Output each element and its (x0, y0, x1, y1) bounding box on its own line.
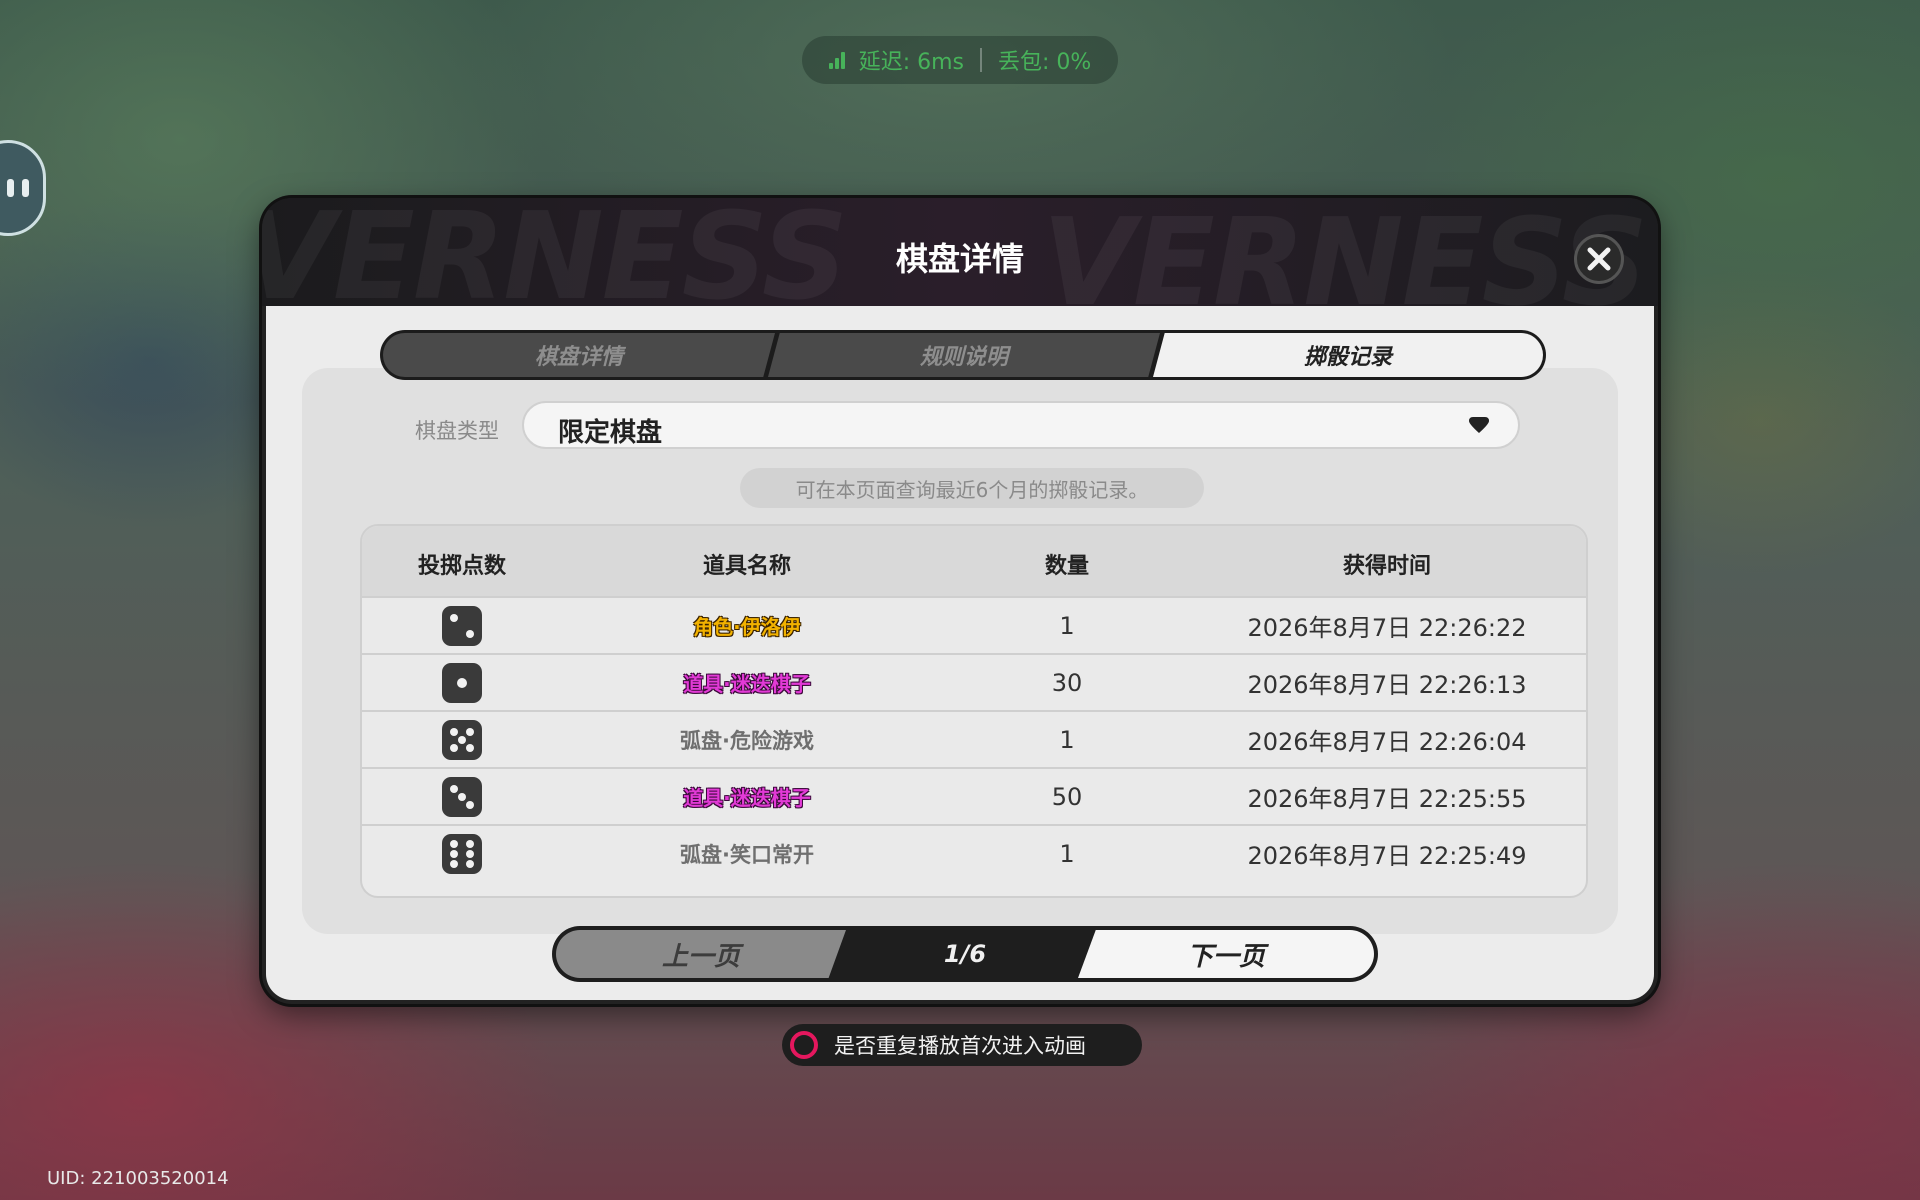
table-row: 道具·迷迭棋子 30 2026年8月7日 22:26:13 (362, 653, 1586, 710)
dice-pip (466, 727, 474, 736)
dice-pip (458, 792, 466, 801)
dice-face-5-icon (442, 719, 482, 760)
item-name: 弧盘·危险游戏 (680, 728, 814, 753)
close-icon (1587, 247, 1611, 271)
modal-header: VERNESS VERNESS 棋盘详情 (262, 198, 1658, 306)
quantity-cell: 1 (1059, 725, 1075, 754)
tab-bar: 棋盘详情 规则说明 掷骰记录 (380, 330, 1546, 380)
board-type-label: 棋盘类型 (415, 419, 499, 443)
assistant-face-icon (7, 179, 29, 197)
tab-rules[interactable]: 规则说明 (768, 333, 1160, 377)
dice-pip (450, 727, 458, 736)
pagination: 上一页 1/6 下一页 (552, 926, 1378, 982)
dice-pip (466, 800, 474, 809)
table-row: 角色·伊洛伊 1 2026年8月7日 22:26:22 (362, 596, 1586, 653)
header-item: 道具名称 (702, 554, 791, 579)
table-row: 弧盘·危险游戏 1 2026年8月7日 22:26:04 (362, 710, 1586, 767)
quantity-cell: 50 (1051, 782, 1083, 811)
dice-pip (450, 839, 458, 848)
obtained-time-cell: 2026年8月7日 22:26:13 (1247, 671, 1527, 699)
latency-text: 延迟: 6ms (858, 50, 964, 75)
header-qty: 数量 (1044, 554, 1089, 579)
dice-pip (466, 859, 474, 868)
divider (979, 48, 982, 72)
quantity-cell: 1 (1059, 839, 1075, 868)
next-page-button[interactable]: 下一页 (1078, 930, 1374, 978)
obtained-time-cell: 2026年8月7日 22:25:49 (1247, 842, 1527, 870)
roll-cell (372, 826, 552, 881)
network-status: 延迟: 6ms 丢包: 0% (802, 36, 1118, 84)
history-hint: 可在本页面查询最近6个月的掷骰记录。 (740, 468, 1204, 508)
obtained-time-cell: 2026年8月7日 22:25:55 (1247, 785, 1527, 813)
item-name: 角色·伊洛伊 (693, 615, 801, 639)
dice-pip (450, 849, 458, 858)
table-row: 弧盘·笑口常开 1 2026年8月7日 22:25:49 (362, 824, 1586, 881)
item-name: 弧盘·笑口常开 (680, 842, 814, 867)
dice-pip (466, 629, 474, 638)
item-name: 道具·迷迭棋子 (683, 672, 811, 696)
signal-icon (828, 51, 845, 69)
modal-body: 棋盘类型 限定棋盘 可在本页面查询最近6个月的掷骰记录。 投掷点数 道具名称 数… (266, 306, 1654, 1000)
dice-face-6-icon (442, 833, 482, 874)
roll-cell (372, 769, 552, 824)
board-type-select[interactable]: 限定棋盘 (522, 401, 1520, 449)
item-name-cell: 角色·伊洛伊 (622, 598, 872, 653)
header-roll: 投掷点数 (417, 554, 506, 579)
floating-assistant-button[interactable] (0, 140, 46, 236)
close-button[interactable] (1574, 234, 1624, 284)
header-time: 获得时间 (1342, 554, 1431, 579)
dice-pip (457, 677, 467, 688)
dropdown-caret-icon (1469, 417, 1489, 433)
prev-page-button[interactable]: 上一页 (556, 930, 846, 978)
dice-pip (450, 613, 458, 622)
quantity-cell: 1 (1059, 611, 1075, 640)
obtained-time-cell: 2026年8月7日 22:26:04 (1247, 728, 1527, 756)
item-name: 道具·迷迭棋子 (683, 786, 811, 810)
dice-pip (450, 859, 458, 868)
records-panel: 棋盘类型 限定棋盘 可在本页面查询最近6个月的掷骰记录。 投掷点数 道具名称 数… (302, 368, 1618, 934)
dice-pip (450, 743, 458, 752)
roll-cell (372, 655, 552, 710)
board-details-modal: VERNESS VERNESS 棋盘详情 棋盘类型 限定棋盘 可在本页面查询最近… (262, 198, 1658, 1004)
table-header: 投掷点数 道具名称 数量 获得时间 (362, 526, 1586, 596)
item-name-cell: 道具·迷迭棋子 (622, 655, 872, 710)
obtained-time-cell: 2026年8月7日 22:26:22 (1247, 614, 1527, 642)
table-row: 道具·迷迭棋子 50 2026年8月7日 22:25:55 (362, 767, 1586, 824)
tab-board-details[interactable]: 棋盘详情 (383, 333, 775, 377)
replay-intro-label: 是否重复播放首次进入动画 (834, 1034, 1086, 1058)
dice-pip (466, 849, 474, 858)
tab-roll-records[interactable]: 掷骰记录 (1153, 333, 1543, 377)
item-name-cell: 弧盘·笑口常开 (622, 826, 872, 881)
dice-face-3-icon (442, 776, 482, 817)
dice-pip (466, 839, 474, 848)
modal-title: 棋盘详情 (895, 240, 1024, 278)
dice-face-2-icon (442, 605, 482, 646)
packet-loss-text: 丢包: 0% (997, 50, 1092, 75)
roll-cell (372, 712, 552, 767)
board-type-value: 限定棋盘 (558, 418, 663, 448)
dice-pip (450, 784, 458, 793)
item-name-cell: 弧盘·危险游戏 (622, 712, 872, 767)
dice-pip (458, 735, 466, 744)
page-indicator: 1/6 (943, 940, 987, 968)
item-name-cell: 道具·迷迭棋子 (622, 769, 872, 824)
dice-pip (466, 743, 474, 752)
toggle-ring-icon (790, 1031, 818, 1059)
quantity-cell: 30 (1051, 668, 1083, 697)
dice-face-1-icon (442, 662, 482, 703)
roll-records-table: 投掷点数 道具名称 数量 获得时间 角色·伊洛伊 1 2026年8月7日 22:26… (360, 524, 1588, 898)
user-id: UID: 221003520014 (47, 1168, 229, 1189)
roll-cell (372, 598, 552, 653)
replay-intro-toggle[interactable]: 是否重复播放首次进入动画 (782, 1024, 1142, 1066)
